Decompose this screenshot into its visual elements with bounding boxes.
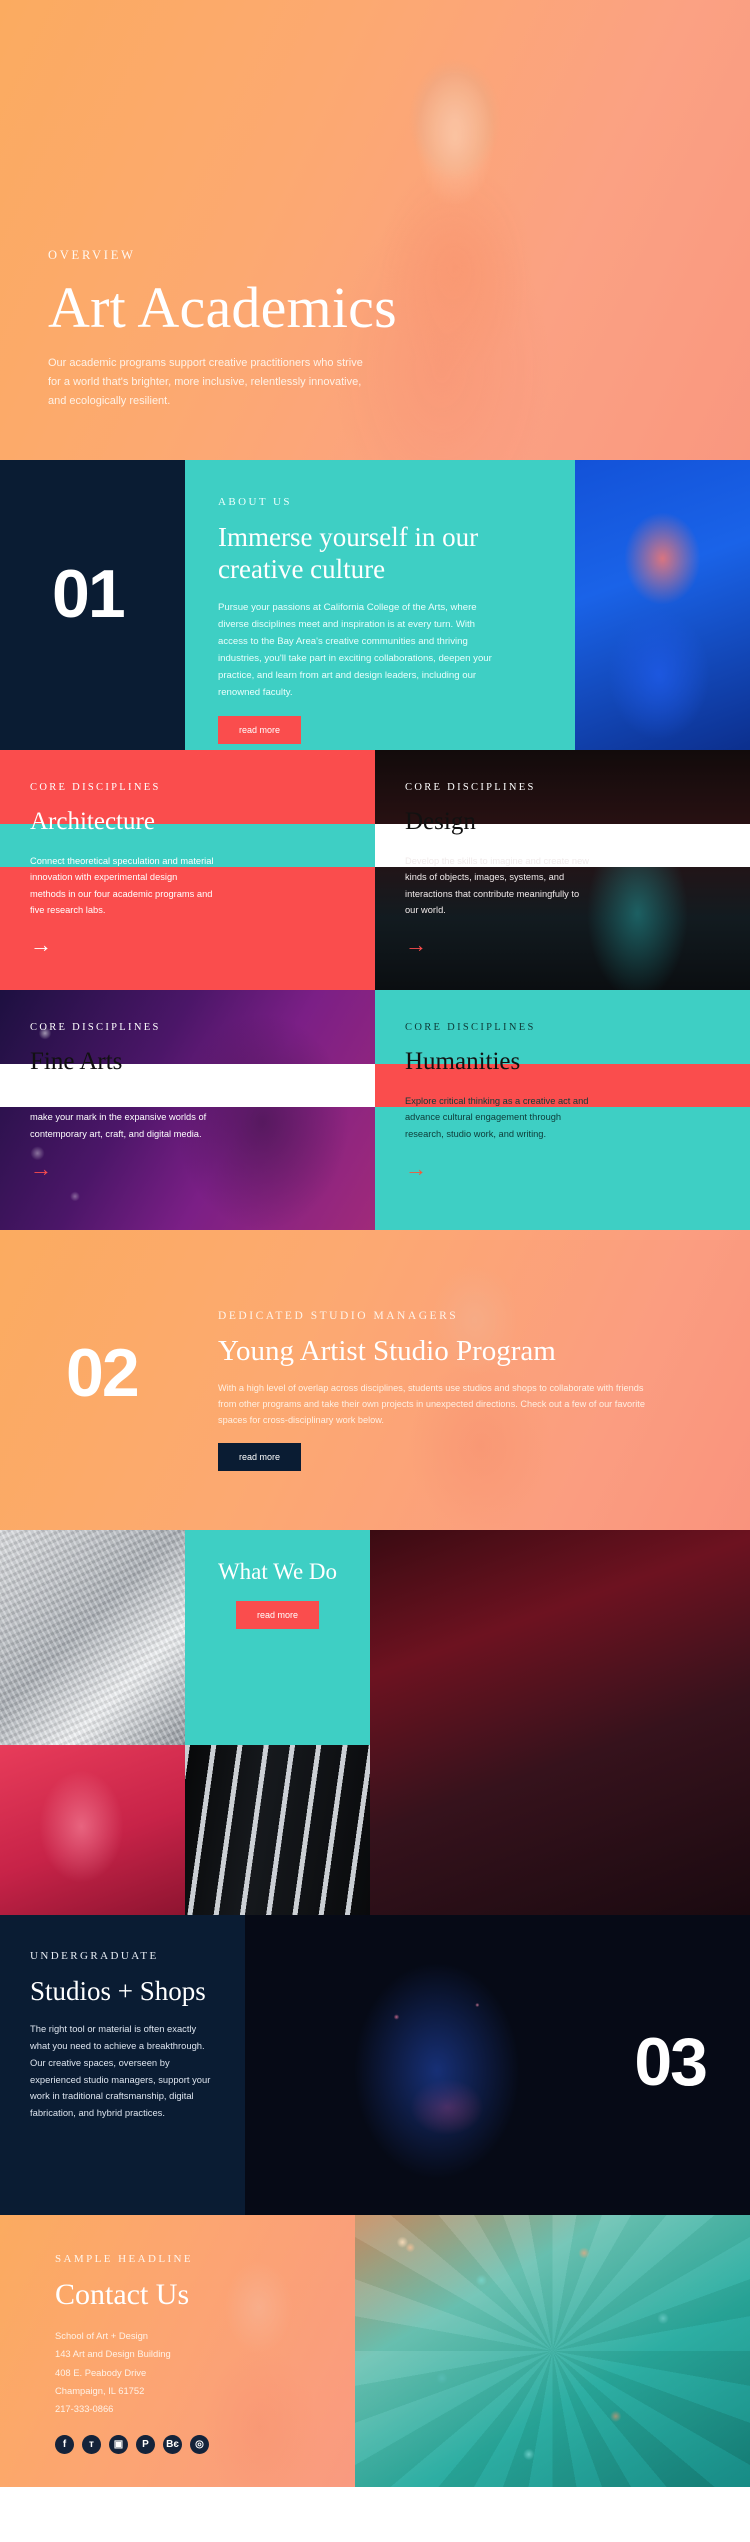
disciplines-row-1: CORE DISCIPLINES Architecture Connect th… (0, 750, 750, 990)
contact-footer: SAMPLE HEADLINE Contact Us School of Art… (0, 2215, 750, 2487)
studio-program-eyebrow: DEDICATED STUDIO MANAGERS (218, 1310, 459, 1322)
phone-number: 217-333-0866 (55, 2403, 114, 2415)
humanities-title: Humanities (405, 1048, 521, 1075)
contact-address: School of Art + Design 143 Art and Desig… (55, 2327, 355, 2419)
arrow-right-icon[interactable]: → (30, 1157, 52, 1180)
discipline-card-architecture[interactable]: CORE DISCIPLINES Architecture Connect th… (0, 750, 375, 990)
gallery-column-middle: What We Do read more (185, 1530, 370, 1915)
arrow-right-icon[interactable]: → (405, 934, 427, 956)
studio-program-content: DEDICATED STUDIO MANAGERS Young Artist S… (218, 1310, 738, 1472)
address-line: Champaign, IL 61752 (55, 2384, 145, 2396)
studios-shops-section: UNDERGRADUATE Studios + Shops The right … (0, 1915, 750, 2215)
address-line: School of Art + Design (55, 2330, 149, 2341)
section-number-02: 02 (66, 1335, 140, 1411)
what-we-do-card: What We Do read more (185, 1530, 370, 1745)
about-paragraph: Pursue your passions at California Colle… (218, 601, 492, 699)
about-section: 01 ABOUT US Immerse yourself in our crea… (0, 460, 750, 750)
pinterest-icon[interactable]: P (136, 2434, 155, 2454)
gallery-image-crumpled-paper[interactable] (0, 1530, 185, 1745)
about-read-more-button[interactable]: read more (218, 716, 302, 745)
discipline-card-fine-arts[interactable]: CORE DISCIPLINES Fine Arts Find your voi… (0, 990, 375, 1230)
section-number-01-text: 01 (52, 556, 126, 632)
address-line: 143 Art and Design Building (55, 2348, 171, 2360)
hero-eyebrow: OVERVIEW (48, 248, 136, 262)
gallery-image-architecture-corridor[interactable] (185, 1745, 370, 1915)
studio-program-paragraph: With a high level of overlap across disc… (218, 1383, 645, 1426)
design-paragraph: Develop the skills to imagine and create… (405, 856, 589, 915)
disciplines-row-2: CORE DISCIPLINES Fine Arts Find your voi… (0, 990, 750, 1230)
design-eyebrow: CORE DISCIPLINES (405, 782, 536, 793)
twitter-icon[interactable]: ᴛ (82, 2434, 101, 2454)
studios-shops-paragraph: The right tool or material is often exac… (30, 2023, 211, 2119)
instagram-icon[interactable]: ▣ (109, 2434, 128, 2454)
gallery-image-red-portrait[interactable] (0, 1745, 185, 1915)
what-we-do-title: What We Do (217, 1559, 338, 1584)
discipline-card-design[interactable]: CORE DISCIPLINES Design Develop the skil… (375, 750, 750, 990)
studios-shops-content: UNDERGRADUATE Studios + Shops The right … (0, 1915, 245, 2215)
studios-shops-title: Studios + Shops (30, 1976, 206, 2006)
contact-eyebrow: SAMPLE HEADLINE (55, 2253, 194, 2265)
gallery-section: What We Do read more (0, 1530, 750, 1915)
architecture-eyebrow: CORE DISCIPLINES (30, 782, 161, 793)
studios-shops-eyebrow: UNDERGRADUATE (30, 1950, 159, 1962)
footer-sequins-image (355, 2215, 750, 2487)
about-title: Immerse yourself in our creative culture (218, 522, 479, 585)
studios-shops-photo-image: 03 (245, 1915, 750, 2215)
hero-content: OVERVIEW Art Academics Our academic prog… (48, 248, 608, 411)
address-line: 408 E. Peabody Drive (55, 2366, 147, 2378)
what-we-do-read-more-button[interactable]: read more (235, 1600, 320, 1629)
arrow-right-icon[interactable]: → (405, 1157, 427, 1180)
fine-arts-title: Fine Arts (30, 1048, 123, 1075)
about-eyebrow: ABOUT US (218, 496, 292, 508)
architecture-title: Architecture (30, 808, 155, 835)
studio-program-section: 02 DEDICATED STUDIO MANAGERS Young Artis… (0, 1230, 750, 1530)
fine-arts-eyebrow: CORE DISCIPLINES (30, 1022, 161, 1033)
contact-title: Contact Us (55, 2278, 190, 2311)
gallery-image-neon-portrait[interactable] (370, 1530, 750, 1915)
studio-program-title: Young Artist Studio Program (218, 1335, 556, 1367)
hero-paragraph: Our academic programs support creative p… (48, 357, 363, 408)
page-title: Art Academics (48, 275, 397, 340)
behance-icon[interactable]: Bє (163, 2434, 182, 2454)
about-photo-image (575, 460, 750, 750)
discipline-card-humanities[interactable]: CORE DISCIPLINES Humanities Explore crit… (375, 990, 750, 1230)
humanities-eyebrow: CORE DISCIPLINES (405, 1022, 536, 1033)
fine-arts-paragraph: Find your voice, identify your audience,… (30, 1096, 210, 1139)
contact-content: SAMPLE HEADLINE Contact Us School of Art… (0, 2215, 355, 2487)
design-title: Design (405, 808, 476, 835)
social-links: f ᴛ ▣ P Bє ◎ (55, 2434, 355, 2454)
arrow-right-icon[interactable]: → (30, 934, 52, 956)
dribbble-icon[interactable]: ◎ (190, 2434, 209, 2454)
gallery-column-left (0, 1530, 185, 1915)
facebook-icon[interactable]: f (55, 2434, 74, 2454)
section-number-01: 01 (0, 460, 185, 750)
humanities-paragraph: Explore critical thinking as a creative … (405, 1096, 589, 1139)
section-number-03: 03 (634, 2024, 708, 2100)
architecture-paragraph: Connect theoretical speculation and mate… (30, 856, 214, 915)
about-content: ABOUT US Immerse yourself in our creativ… (185, 460, 575, 750)
studio-program-read-more-button[interactable]: read more (218, 1443, 302, 1472)
hero-section: OVERVIEW Art Academics Our academic prog… (0, 0, 750, 460)
